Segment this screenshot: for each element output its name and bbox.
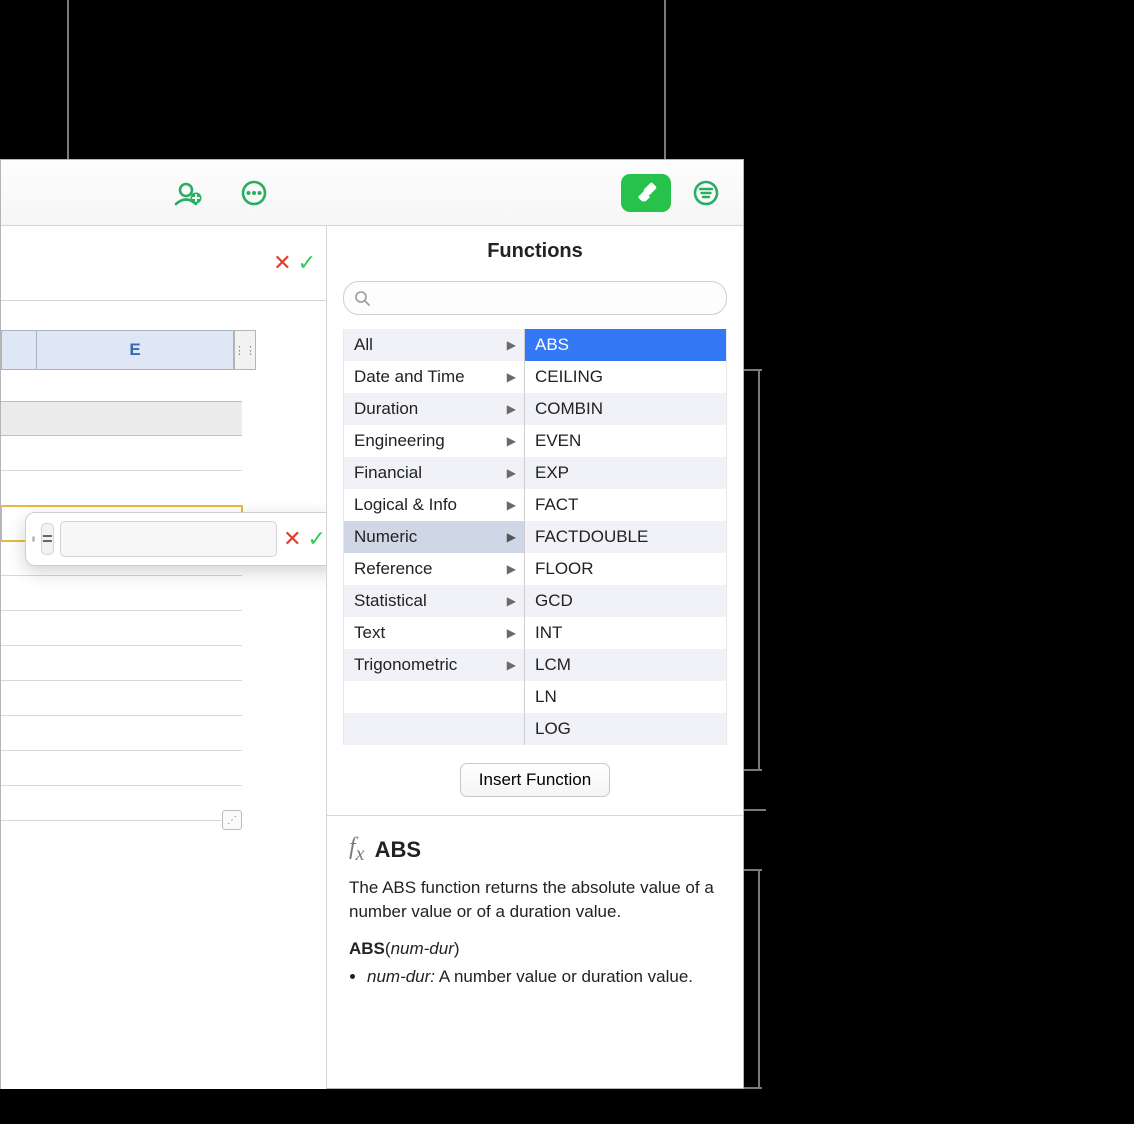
function-item[interactable]: EVEN xyxy=(525,425,726,457)
table-row[interactable] xyxy=(1,401,242,436)
table-row[interactable] xyxy=(1,786,242,821)
app-window: ✕ ✓ E ⋮⋮ xyxy=(0,159,744,1089)
function-item[interactable]: LCM xyxy=(525,649,726,681)
column-header-d[interactable] xyxy=(1,330,36,370)
detail-description: The ABS function returns the absolute va… xyxy=(349,876,721,924)
column-drag-handle[interactable]: ⋮⋮ xyxy=(234,330,256,370)
fx-icon: fx xyxy=(349,834,365,866)
column-header-e[interactable]: E xyxy=(36,330,234,370)
chevron-right-icon: ▶ xyxy=(507,370,516,384)
table-resize-handle[interactable]: ⋰ xyxy=(222,810,242,830)
chevron-right-icon: ▶ xyxy=(507,402,516,416)
category-item-empty xyxy=(344,713,524,745)
category-item[interactable]: Trigonometric▶ xyxy=(344,649,524,681)
function-item[interactable]: LN xyxy=(525,681,726,713)
function-item[interactable]: CEILING xyxy=(525,361,726,393)
chevron-right-icon: ▶ xyxy=(507,626,516,640)
category-item[interactable]: Financial▶ xyxy=(344,457,524,489)
detail-function-name: ABS xyxy=(375,837,421,863)
formula-editor: = ✕ ✓ xyxy=(25,512,327,566)
callout-line xyxy=(758,870,760,1088)
chevron-right-icon: ▶ xyxy=(507,530,516,544)
table-row[interactable] xyxy=(1,716,242,751)
category-item-empty xyxy=(344,681,524,713)
function-item[interactable]: FACTDOUBLE xyxy=(525,521,726,553)
callout-line xyxy=(744,769,762,771)
category-item[interactable]: Duration▶ xyxy=(344,393,524,425)
more-button[interactable] xyxy=(235,174,273,212)
callout-line xyxy=(744,369,762,371)
chevron-right-icon: ▶ xyxy=(507,466,516,480)
category-item[interactable]: Numeric▶ xyxy=(344,521,524,553)
category-item[interactable]: Engineering▶ xyxy=(344,425,524,457)
chevron-right-icon: ▶ xyxy=(507,338,516,352)
callout-line xyxy=(758,370,760,770)
detail-signature: ABS(num-dur) xyxy=(349,939,721,959)
function-item[interactable]: FLOOR xyxy=(525,553,726,585)
function-item[interactable]: LOG xyxy=(525,713,726,745)
chevron-right-icon: ▶ xyxy=(507,434,516,448)
table-row[interactable] xyxy=(1,436,242,471)
callout-line xyxy=(744,1087,762,1089)
category-item[interactable]: Logical & Info▶ xyxy=(344,489,524,521)
collaborate-button[interactable] xyxy=(169,174,207,212)
category-item[interactable]: Text▶ xyxy=(344,617,524,649)
insert-function-button[interactable]: Insert Function xyxy=(460,763,610,797)
toolbar xyxy=(1,160,743,226)
table-row[interactable] xyxy=(1,471,242,506)
table-row[interactable] xyxy=(1,681,242,716)
column-headers: E ⋮⋮ xyxy=(1,330,256,370)
search-input[interactable] xyxy=(376,289,716,308)
chevron-right-icon: ▶ xyxy=(507,562,516,576)
chevron-right-icon: ▶ xyxy=(507,658,516,672)
spreadsheet-area[interactable]: ✕ ✓ E ⋮⋮ xyxy=(1,226,327,1089)
function-browser: All▶Date and Time▶Duration▶Engineering▶F… xyxy=(343,329,727,745)
category-item[interactable]: Statistical▶ xyxy=(344,585,524,617)
search-field[interactable] xyxy=(343,281,727,315)
category-item[interactable]: Date and Time▶ xyxy=(344,361,524,393)
chevron-right-icon: ▶ xyxy=(507,498,516,512)
drag-dot-icon[interactable] xyxy=(32,536,35,542)
cancel-icon[interactable]: ✕ xyxy=(273,250,291,276)
detail-argument: num-dur: A number value or duration valu… xyxy=(367,965,721,989)
confirm-icon[interactable]: ✓ xyxy=(308,526,326,552)
function-item[interactable]: EXP xyxy=(525,457,726,489)
search-icon xyxy=(354,290,370,306)
formula-bar: ✕ ✓ xyxy=(1,226,326,301)
sidebar-title: Functions xyxy=(327,226,743,281)
format-button[interactable] xyxy=(621,174,671,212)
category-item[interactable]: All▶ xyxy=(344,329,524,361)
function-item[interactable]: ABS xyxy=(525,329,726,361)
function-item[interactable]: INT xyxy=(525,617,726,649)
callout-line xyxy=(664,0,666,170)
chevron-right-icon: ▶ xyxy=(507,594,516,608)
function-item[interactable]: FACT xyxy=(525,489,726,521)
callout-line xyxy=(744,869,762,871)
function-item[interactable]: GCD xyxy=(525,585,726,617)
table-row[interactable] xyxy=(1,611,242,646)
category-item[interactable]: Reference▶ xyxy=(344,553,524,585)
function-detail: fx ABS The ABS function returns the abso… xyxy=(327,816,743,999)
grid[interactable] xyxy=(1,401,242,821)
filter-button[interactable] xyxy=(687,174,725,212)
function-list[interactable]: ABSCEILINGCOMBINEVENEXPFACTFACTDOUBLEFLO… xyxy=(525,329,726,745)
confirm-icon[interactable]: ✓ xyxy=(298,250,316,276)
equals-icon: = xyxy=(41,523,54,555)
table-row[interactable] xyxy=(1,576,242,611)
formula-input[interactable] xyxy=(60,521,277,557)
function-item[interactable]: COMBIN xyxy=(525,393,726,425)
category-list[interactable]: All▶Date and Time▶Duration▶Engineering▶F… xyxy=(344,329,525,745)
table-row[interactable] xyxy=(1,646,242,681)
functions-sidebar: Functions All▶Date and Time▶Duration▶Eng… xyxy=(327,226,743,1089)
cancel-icon[interactable]: ✕ xyxy=(283,526,301,552)
table-row[interactable] xyxy=(1,751,242,786)
